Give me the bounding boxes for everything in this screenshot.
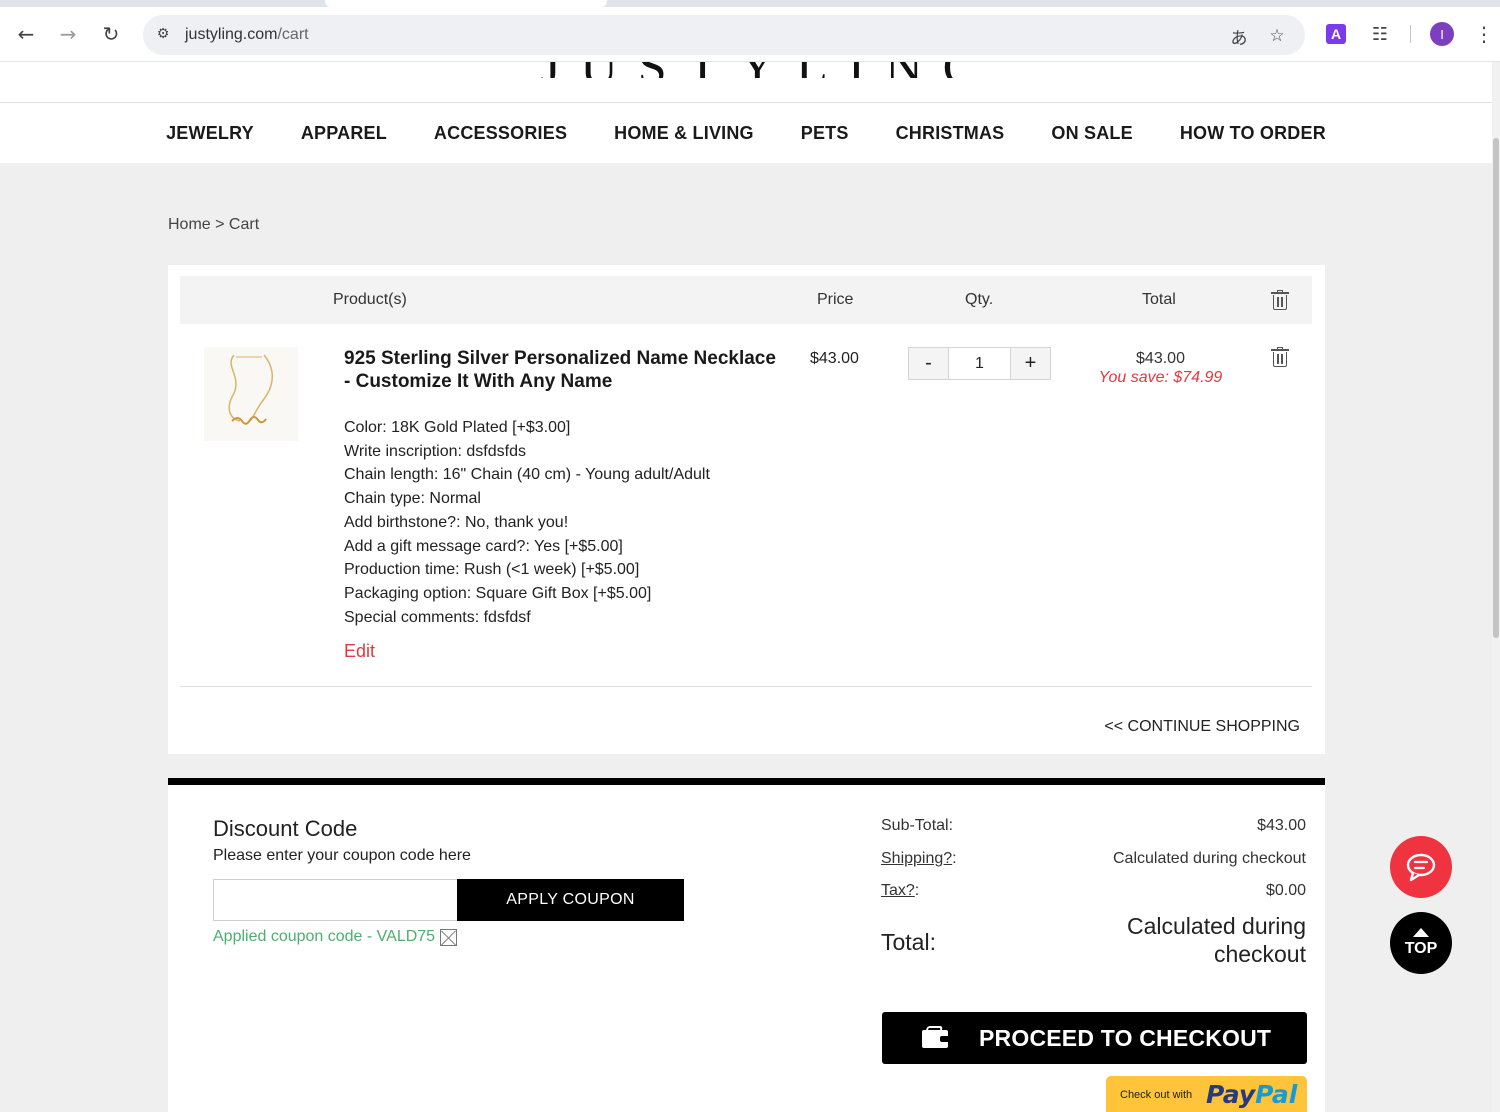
paypal-checkout-button[interactable]: Check out with PayPal [1106, 1076, 1307, 1112]
shipping-row-label: Shipping?: [881, 850, 957, 868]
nav-apparel[interactable]: APPAREL [301, 123, 387, 144]
section-divider [168, 778, 1325, 785]
breadcrumb[interactable]: Home > Cart [168, 216, 259, 234]
total-value: Calculated during checkout [1126, 913, 1306, 967]
chat-button[interactable] [1390, 836, 1452, 898]
option-chain-type: Chain type: Normal [344, 490, 481, 508]
site-settings-icon[interactable]: ⚙ [153, 24, 173, 44]
url-domain: justyling.com [185, 26, 278, 43]
tax-value: $0.00 [1265, 882, 1306, 899]
quantity-stepper: - + [908, 347, 1051, 380]
paypal-small-text: Check out with [1120, 1089, 1193, 1101]
summary-panel: Discount Code Please enter your coupon c… [168, 785, 1325, 1112]
url-path: /cart [277, 26, 309, 43]
clear-cart-trash-icon[interactable] [1271, 290, 1289, 310]
option-birthstone: Add birthstone?: No, thank you! [344, 513, 569, 531]
tab-strip [0, 0, 1500, 7]
cart-table-header: Product(s) Price Qty. Total [180, 276, 1312, 324]
extensions-puzzle-icon[interactable]: ☷ [1367, 21, 1393, 47]
edit-item-link[interactable]: Edit [344, 641, 375, 662]
tax-help-link[interactable]: Tax? [881, 882, 915, 899]
paypal-logo-pay: Pay [1206, 1080, 1256, 1109]
active-tab[interactable] [325, 0, 607, 7]
nav-on-sale[interactable]: ON SALE [1051, 123, 1132, 144]
browser-toolbar: ← → ↻ ⚙ justyling.com/cart あ ☆ A ☷ I ⋮ [0, 0, 1500, 62]
qty-input[interactable] [948, 348, 1011, 379]
option-special-comments: Special comments: fdsfdsf [344, 608, 531, 626]
option-inscription: Write inscription: dsfdsfds [344, 442, 526, 460]
nav-pets[interactable]: PETS [801, 123, 849, 144]
product-options: Color: 18K Gold Plated [+$3.00] Write in… [344, 416, 710, 629]
tax-row-label: Tax?: [881, 882, 919, 900]
bookmark-star-icon[interactable]: ☆ [1265, 24, 1289, 48]
necklace-image [228, 354, 273, 425]
header-qty: Qty. [965, 291, 994, 308]
back-to-top-button[interactable]: TOP [1390, 912, 1452, 974]
back-to-top-label: TOP [1404, 940, 1438, 957]
back-icon[interactable]: ← [12, 20, 40, 48]
profile-avatar[interactable]: I [1430, 22, 1454, 46]
nav-how-to-order[interactable]: HOW TO ORDER [1180, 123, 1326, 144]
nav-home-living[interactable]: HOME & LIVING [614, 123, 754, 144]
coupon-code-input[interactable] [213, 879, 458, 921]
option-production-time: Production time: Rush (<1 week) [+$5.00] [344, 561, 640, 579]
proceed-to-checkout-label: PROCEED TO CHECKOUT [979, 1025, 1272, 1051]
apply-coupon-button[interactable]: APPLY COUPON [457, 879, 684, 921]
chat-icon [1406, 853, 1436, 882]
option-packaging: Packaging option: Square Gift Box [+$5.0… [344, 584, 652, 602]
applied-coupon: Applied coupon code - VALD75 [213, 928, 458, 946]
paypal-logo-pal: Pal [1255, 1080, 1298, 1109]
line-total: $43.00 [1136, 350, 1185, 367]
remove-coupon-icon[interactable] [440, 928, 458, 946]
subtotal-label: Sub-Total: [881, 817, 954, 834]
proceed-to-checkout-button[interactable]: PROCEED TO CHECKOUT [882, 1012, 1307, 1064]
logo-text: JUSTYLING [540, 62, 960, 78]
item-price: $43.00 [810, 350, 859, 367]
option-color: Color: 18K Gold Plated [+$3.00] [344, 419, 571, 436]
browser-menu-icon[interactable]: ⋮ [1474, 22, 1494, 46]
discount-code-title: Discount Code [213, 816, 358, 841]
reload-icon[interactable]: ↻ [97, 20, 125, 48]
wallet-icon [922, 1026, 948, 1048]
header-total: Total [1142, 291, 1176, 308]
forward-icon[interactable]: → [54, 20, 82, 48]
paypal-logo: PayPal [1206, 1080, 1297, 1109]
tax-colon: : [914, 882, 920, 899]
row-divider [180, 686, 1312, 687]
discount-code-hint: Please enter your coupon code here [213, 847, 471, 864]
option-chain-length: Chain length: 16" Chain (40 cm) - Young … [344, 466, 710, 484]
qty-decrease-button[interactable]: - [909, 348, 948, 379]
shipping-help-link[interactable]: Shipping? [881, 850, 952, 867]
site-logo[interactable]: JUSTYLING [540, 62, 960, 78]
shipping-value: Calculated during checkout [1112, 850, 1306, 867]
total-label: Total: [881, 929, 936, 955]
product-title[interactable]: 925 Sterling Silver Personalized Name Ne… [344, 347, 784, 393]
cart-panel: Product(s) Price Qty. Total 925 Sterling… [168, 265, 1325, 754]
product-thumbnail[interactable] [204, 347, 298, 441]
nav-accessories[interactable]: ACCESSORIES [434, 123, 567, 144]
header-products: Product(s) [333, 291, 407, 308]
address-bar[interactable]: ⚙ justyling.com/cart あ ☆ [143, 15, 1305, 55]
nav-christmas[interactable]: CHRISTMAS [896, 123, 1005, 144]
toolbar-separator [1410, 25, 1411, 43]
url-text[interactable]: justyling.com/cart [185, 26, 309, 44]
nav-jewelry[interactable]: JEWELRY [166, 123, 254, 144]
arrow-up-icon [1413, 928, 1429, 937]
applied-coupon-text: Applied coupon code - VALD75 [213, 928, 436, 945]
page-scrollbar[interactable] [1492, 62, 1500, 1112]
qty-increase-button[interactable]: + [1011, 348, 1050, 379]
remove-item-trash-icon[interactable] [1271, 347, 1289, 367]
scrollbar-thumb[interactable] [1493, 138, 1499, 638]
continue-shopping-link[interactable]: << CONTINUE SHOPPING [1104, 718, 1300, 736]
site-header: JUSTYLING JEWELRY APPAREL ACCESSORIES HO… [0, 62, 1492, 163]
translate-icon[interactable]: あ [1227, 24, 1251, 49]
option-gift-card: Add a gift message card?: Yes [+$5.00] [344, 537, 623, 555]
header-price: Price [817, 291, 854, 308]
main-nav: JEWELRY APPAREL ACCESSORIES HOME & LIVIN… [0, 103, 1492, 163]
subtotal-value: $43.00 [1257, 817, 1306, 834]
you-save-text: You save: $74.99 [1098, 369, 1223, 386]
extension-a-icon[interactable]: A [1326, 24, 1346, 44]
shipping-colon: : [952, 850, 957, 867]
